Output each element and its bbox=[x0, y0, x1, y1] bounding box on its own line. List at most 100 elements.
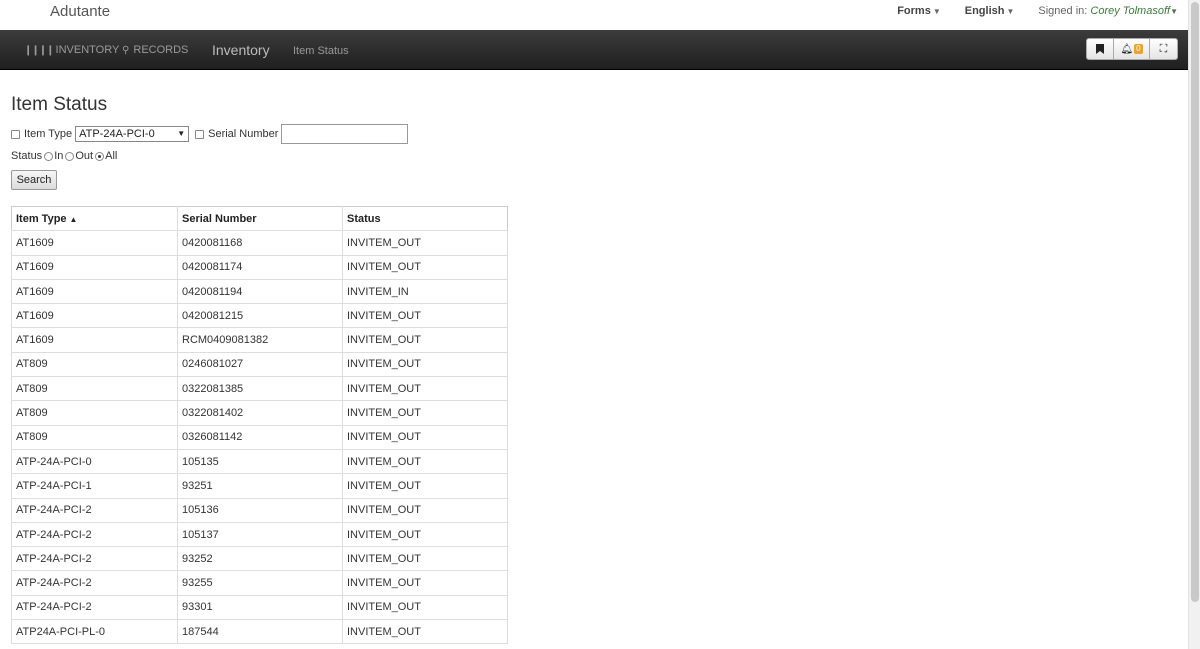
cell-item-type: ATP-24A-PCI-2 bbox=[11, 570, 178, 596]
table-row[interactable]: AT1609 RCM0409081382 INVITEM_OUT bbox=[11, 327, 508, 353]
language-menu[interactable]: English ▼ bbox=[965, 5, 1015, 17]
table-row[interactable]: ATP-24A-PCI-2 93255 INVITEM_OUT bbox=[11, 570, 508, 596]
fullscreen-icon: ⛶ bbox=[1159, 42, 1168, 55]
barcode-icon: ❙❙❙❙ bbox=[24, 45, 54, 56]
column-header-item-type[interactable]: Item Type ▲ bbox=[11, 205, 178, 232]
table-row[interactable]: AT809 0322081385 INVITEM_OUT bbox=[11, 376, 508, 402]
item-type-checkbox[interactable] bbox=[11, 129, 20, 139]
cell-serial-number: 93255 bbox=[177, 570, 343, 596]
cell-serial-number: RCM0409081382 bbox=[177, 327, 343, 353]
user-menu[interactable]: Corey Tolmasoff▼ bbox=[1090, 5, 1178, 17]
status-all-label: All bbox=[105, 150, 118, 162]
forms-menu-label: Forms bbox=[897, 5, 931, 17]
table-row[interactable]: ATP-24A-PCI-2 105137 INVITEM_OUT bbox=[11, 521, 508, 548]
nav-records[interactable]: ⚲ RECORDS bbox=[122, 30, 188, 70]
cell-status: INVITEM_OUT bbox=[342, 376, 508, 402]
serial-number-input[interactable] bbox=[281, 124, 409, 144]
cell-serial-number: 93301 bbox=[177, 594, 343, 621]
table-row[interactable]: AT1609 0420081168 INVITEM_OUT bbox=[11, 230, 508, 256]
table-row[interactable]: AT1609 0420081215 INVITEM_OUT bbox=[11, 303, 508, 329]
search-button[interactable]: Search bbox=[11, 170, 57, 190]
scrollbar-thumb[interactable] bbox=[1191, 2, 1199, 602]
cell-status: INVITEM_OUT bbox=[342, 448, 508, 475]
cell-status: INVITEM_OUT bbox=[342, 424, 508, 450]
alerts-button[interactable]: 🔔︎ 0 bbox=[1114, 38, 1150, 60]
cell-item-type: AT809 bbox=[11, 351, 178, 378]
table-row[interactable]: ATP-24A-PCI-2 105136 INVITEM_OUT bbox=[11, 497, 508, 523]
cell-status: INVITEM_OUT bbox=[342, 546, 508, 572]
cell-item-type: ATP24A-PCI-PL-0 bbox=[11, 619, 178, 645]
cell-status: INVITEM_OUT bbox=[342, 570, 508, 596]
cell-serial-number: 0246081027 bbox=[177, 351, 343, 378]
top-right-menu: Forms ▼ English ▼ Signed in: Corey Tolmaso… bbox=[873, 5, 1178, 17]
cell-item-type: AT809 bbox=[11, 424, 178, 450]
column-header-serial-number[interactable]: Serial Number bbox=[177, 205, 343, 232]
nav-inventory[interactable]: ❙❙❙❙ INVENTORY bbox=[24, 30, 119, 70]
cell-status: INVITEM_OUT bbox=[342, 303, 508, 329]
table-body: AT1609 0420081168 INVITEM_OUT AT1609 042008… bbox=[11, 230, 508, 645]
cell-serial-number: 187544 bbox=[177, 619, 343, 645]
caret-down-icon: ▼ bbox=[1006, 7, 1015, 16]
cell-item-type: AT1609 bbox=[11, 278, 178, 305]
column-header-label: Serial Number bbox=[182, 212, 257, 225]
cell-item-type: AT809 bbox=[11, 400, 178, 426]
status-label: Status bbox=[11, 150, 43, 162]
sort-ascending-icon: ▲ bbox=[69, 214, 78, 224]
signed-in-info: Signed in: Corey Tolmasoff▼ bbox=[1038, 5, 1178, 17]
cell-status: INVITEM_OUT bbox=[342, 400, 508, 426]
table-row[interactable]: ATP24A-PCI-PL-0 187544 INVITEM_OUT bbox=[11, 619, 508, 645]
cell-serial-number: 105135 bbox=[177, 448, 343, 475]
nav-page-label[interactable]: Item Status bbox=[293, 31, 349, 71]
nav-section-title[interactable]: Inventory bbox=[212, 30, 270, 70]
caret-down-icon: ▼ bbox=[1170, 7, 1178, 16]
table-row[interactable]: ATP-24A-PCI-1 93251 INVITEM_OUT bbox=[11, 473, 508, 499]
cell-status: INVITEM_IN bbox=[342, 278, 508, 305]
table-row[interactable]: ATP-24A-PCI-2 93301 INVITEM_OUT bbox=[11, 594, 508, 621]
search-icon: ⚲ bbox=[122, 45, 129, 56]
brand-name[interactable]: Adutante bbox=[50, 3, 110, 20]
cell-item-type: AT1609 bbox=[11, 230, 178, 256]
table-row[interactable]: AT809 0326081142 INVITEM_OUT bbox=[11, 424, 508, 450]
cell-serial-number: 0326081142 bbox=[177, 424, 343, 450]
fullscreen-button[interactable]: ⛶ bbox=[1150, 38, 1178, 60]
alert-count-badge: 0 bbox=[1134, 44, 1143, 54]
cell-status: INVITEM_OUT bbox=[342, 473, 508, 499]
table-row[interactable]: AT1609 0420081194 INVITEM_IN bbox=[11, 278, 508, 305]
cell-serial-number: 0420081215 bbox=[177, 303, 343, 329]
table-row[interactable]: ATP-24A-PCI-2 93252 INVITEM_OUT bbox=[11, 546, 508, 572]
bookmark-button[interactable] bbox=[1086, 38, 1114, 60]
table-row[interactable]: AT1609 0420081174 INVITEM_OUT bbox=[11, 254, 508, 280]
forms-menu[interactable]: Forms ▼ bbox=[897, 5, 941, 17]
item-status-form: Item Status Item Type ATP-24A-PCI-0 ▼ Se… bbox=[11, 94, 409, 190]
bell-icon: 🔔︎ bbox=[1120, 43, 1134, 55]
cell-item-type: AT1609 bbox=[11, 327, 178, 353]
cell-serial-number: 93251 bbox=[177, 473, 343, 499]
cell-item-type: ATP-24A-PCI-2 bbox=[11, 546, 178, 572]
status-all-radio[interactable] bbox=[95, 151, 105, 161]
cell-serial-number: 93252 bbox=[177, 546, 343, 572]
cell-status: INVITEM_OUT bbox=[342, 619, 508, 645]
vertical-scrollbar[interactable] bbox=[1188, 0, 1200, 649]
cell-status: INVITEM_OUT bbox=[342, 521, 508, 548]
column-header-status[interactable]: Status bbox=[342, 205, 508, 232]
status-in-label: In bbox=[54, 150, 64, 162]
status-out-radio[interactable] bbox=[65, 151, 75, 161]
status-in-radio[interactable] bbox=[44, 151, 54, 161]
table-row[interactable]: ATP-24A-PCI-0 105135 INVITEM_OUT bbox=[11, 448, 508, 475]
cell-item-type: ATP-24A-PCI-0 bbox=[11, 448, 178, 475]
status-row: Status In Out All bbox=[11, 148, 408, 164]
column-header-label: Status bbox=[347, 212, 381, 225]
cell-serial-number: 0420081168 bbox=[177, 230, 343, 256]
nav-button-group: 🔔︎ 0 ⛶ bbox=[1086, 38, 1178, 60]
cell-status: INVITEM_OUT bbox=[342, 327, 508, 353]
nav-records-label: RECORDS bbox=[133, 44, 189, 56]
serial-number-checkbox[interactable] bbox=[195, 129, 205, 139]
table-row[interactable]: AT809 0322081402 INVITEM_OUT bbox=[11, 400, 508, 426]
item-type-label: Item Type bbox=[24, 128, 73, 140]
item-type-select[interactable]: ATP-24A-PCI-0 ▼ bbox=[75, 126, 190, 142]
cell-status: INVITEM_OUT bbox=[342, 230, 508, 256]
cell-status: INVITEM_OUT bbox=[342, 594, 508, 621]
cell-status: INVITEM_OUT bbox=[342, 254, 508, 280]
table-row[interactable]: AT809 0246081027 INVITEM_OUT bbox=[11, 351, 508, 378]
item-type-selected-value: ATP-24A-PCI-0 bbox=[79, 128, 155, 140]
